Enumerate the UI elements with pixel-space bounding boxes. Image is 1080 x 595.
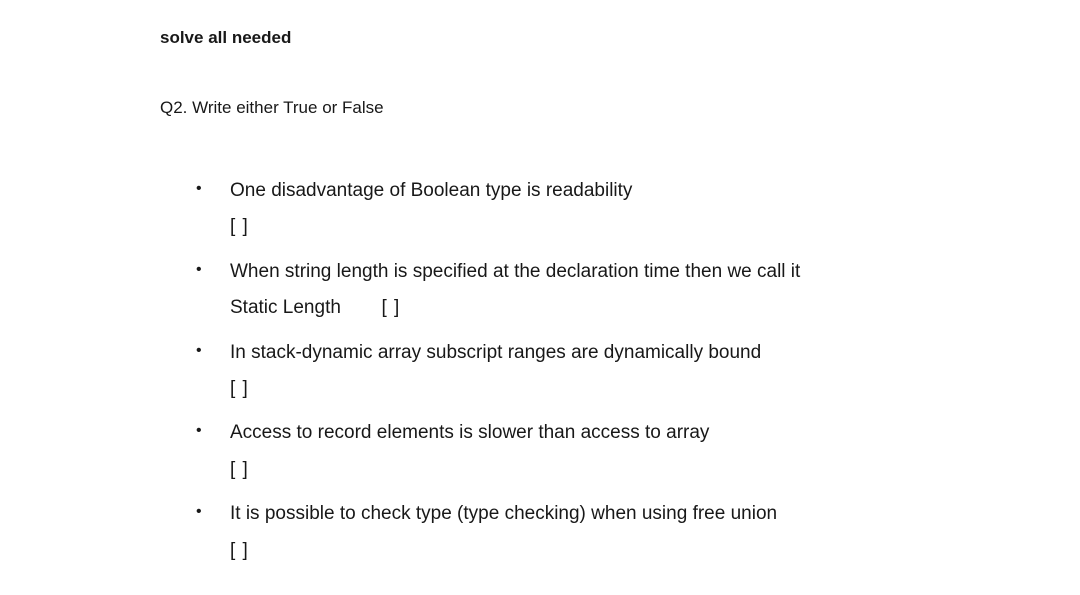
- item-text: One disadvantage of Boolean type is read…: [230, 180, 632, 201]
- list-item: One disadvantage of Boolean type is read…: [196, 176, 980, 243]
- list-item: When string length is specified at the d…: [196, 257, 980, 324]
- top-instruction: solve all needed: [160, 28, 980, 48]
- answer-box: [ ]: [230, 455, 249, 485]
- question-list: One disadvantage of Boolean type is read…: [160, 176, 980, 566]
- answer-box: [ ]: [381, 293, 400, 323]
- answer-box: [ ]: [230, 212, 249, 242]
- list-item: In stack-dynamic array subscript ranges …: [196, 338, 980, 405]
- question-heading: Q2. Write either True or False: [160, 98, 980, 118]
- list-item: It is possible to check type (type check…: [196, 499, 980, 566]
- list-item: Access to record elements is slower than…: [196, 418, 980, 485]
- item-text: It is possible to check type (type check…: [230, 503, 777, 524]
- item-text: Access to record elements is slower than…: [230, 422, 709, 443]
- answer-box: [ ]: [230, 374, 249, 404]
- item-text: In stack-dynamic array subscript ranges …: [230, 342, 761, 363]
- answer-box: [ ]: [230, 536, 249, 566]
- item-text: When string length is specified at the d…: [230, 261, 800, 282]
- item-text-continued: Static Length: [230, 297, 341, 318]
